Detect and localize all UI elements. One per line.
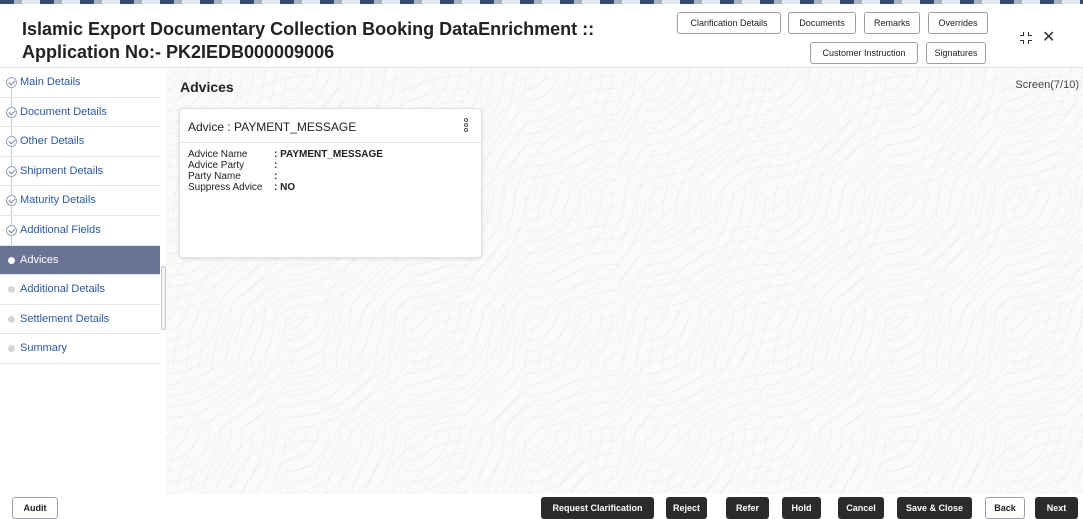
field-label: Advice Name: [188, 149, 248, 160]
page-title: Islamic Export Documentary Collection Bo…: [22, 18, 594, 64]
customer-instruction-button[interactable]: Customer Instruction: [810, 42, 918, 64]
sidebar-item-shipment-details[interactable]: Shipment Details: [0, 157, 160, 187]
kebab-menu-icon[interactable]: [463, 118, 469, 134]
field-value: : PAYMENT_MESSAGE: [274, 149, 383, 160]
cancel-button[interactable]: Cancel: [838, 497, 884, 519]
sidebar-item-additional-fields[interactable]: Additional Fields: [0, 216, 160, 246]
sidebar-item-main-details[interactable]: Main Details: [0, 68, 160, 98]
check-circle-icon: [6, 77, 17, 88]
reject-button[interactable]: Reject: [666, 497, 707, 519]
sidebar-item-summary[interactable]: Summary: [0, 334, 160, 364]
main-content: Advices Screen(7/10) Advice : PAYMENT_ME…: [166, 68, 1083, 494]
sidebar-item-advices[interactable]: Advices: [0, 245, 160, 276]
back-button[interactable]: Back: [985, 497, 1025, 519]
dot-icon: [8, 315, 15, 323]
remarks-button[interactable]: Remarks: [864, 12, 920, 34]
sidebar-item-label: Shipment Details: [20, 164, 104, 177]
sidebar-item-settlement-details[interactable]: Settlement Details: [0, 305, 160, 335]
application-number: Application No:- PK2IEDB000009006: [22, 42, 335, 62]
field-value: :: [274, 171, 278, 182]
sidebar-nav: Main Details Document Details Other Deta…: [0, 68, 160, 494]
dot-icon: [8, 345, 15, 353]
sidebar-item-label: Main Details: [20, 76, 81, 88]
check-circle-icon: [6, 136, 17, 148]
save-close-button[interactable]: Save & Close: [897, 497, 972, 519]
field-value: :: [274, 160, 278, 171]
advice-card: Advice : PAYMENT_MESSAGE Advice Name : P…: [179, 108, 482, 258]
advice-card-header: Advice : PAYMENT_MESSAGE: [180, 109, 481, 143]
field-label: Suppress Advice: [188, 182, 263, 193]
refer-button[interactable]: Refer: [726, 497, 769, 519]
sidebar-item-label: Additional Fields: [20, 223, 101, 236]
sidebar-item-label: Other Details: [20, 135, 85, 148]
title-line-1: Islamic Export Documentary Collection Bo…: [22, 19, 595, 39]
check-circle-icon: [6, 195, 17, 207]
field-value: : NO: [274, 182, 296, 193]
check-circle-icon: [6, 224, 17, 236]
advice-card-title: Advice : PAYMENT_MESSAGE: [188, 120, 357, 134]
close-icon[interactable]: ✕: [1042, 30, 1055, 46]
advice-field-row: Party Name :: [188, 171, 473, 182]
dot-icon: [8, 286, 15, 294]
advice-field-row: Advice Name : PAYMENT_MESSAGE: [188, 149, 473, 160]
sidebar-item-label: Summary: [20, 342, 68, 355]
clarification-details-button[interactable]: Clarification Details: [677, 12, 781, 34]
documents-button[interactable]: Documents: [788, 12, 856, 34]
check-circle-icon: [6, 165, 17, 177]
section-title: Advices: [180, 79, 234, 95]
sidebar-item-label: Additional Details: [20, 283, 105, 296]
sidebar-item-maturity-details[interactable]: Maturity Details: [0, 186, 160, 216]
next-button[interactable]: Next: [1035, 497, 1078, 519]
field-label: Advice Party: [188, 160, 245, 171]
advice-card-body: Advice Name : PAYMENT_MESSAGE Advice Par…: [180, 143, 481, 199]
signatures-button[interactable]: Signatures: [926, 42, 986, 64]
hold-button[interactable]: Hold: [782, 497, 821, 519]
sidebar-item-label: Settlement Details: [20, 312, 110, 325]
overrides-button[interactable]: Overrides: [928, 12, 988, 34]
advice-field-row: Advice Party :: [188, 160, 473, 171]
check-circle-icon: [6, 106, 17, 118]
sidebar-item-label: Maturity Details: [20, 194, 96, 207]
sidebar-item-document-details[interactable]: Document Details: [0, 98, 160, 128]
field-label: Party Name: [188, 171, 241, 182]
advice-field-row: Suppress Advice : NO: [188, 182, 473, 193]
minimize-icon[interactable]: [1020, 32, 1032, 44]
sidebar-item-label: Advices: [20, 253, 59, 266]
sidebar-item-other-details[interactable]: Other Details: [0, 127, 160, 157]
audit-button[interactable]: Audit: [12, 497, 58, 519]
sidebar-item-additional-details[interactable]: Additional Details: [0, 275, 160, 305]
sidebar-item-label: Document Details: [20, 105, 107, 118]
page-header: Islamic Export Documentary Collection Bo…: [0, 4, 1083, 68]
screen-counter: Screen(7/10): [1015, 79, 1079, 91]
request-clarification-button[interactable]: Request Clarification: [541, 497, 654, 519]
action-footer: Audit Request Clarification Reject Refer…: [0, 494, 1083, 519]
dot-icon: [8, 256, 15, 264]
